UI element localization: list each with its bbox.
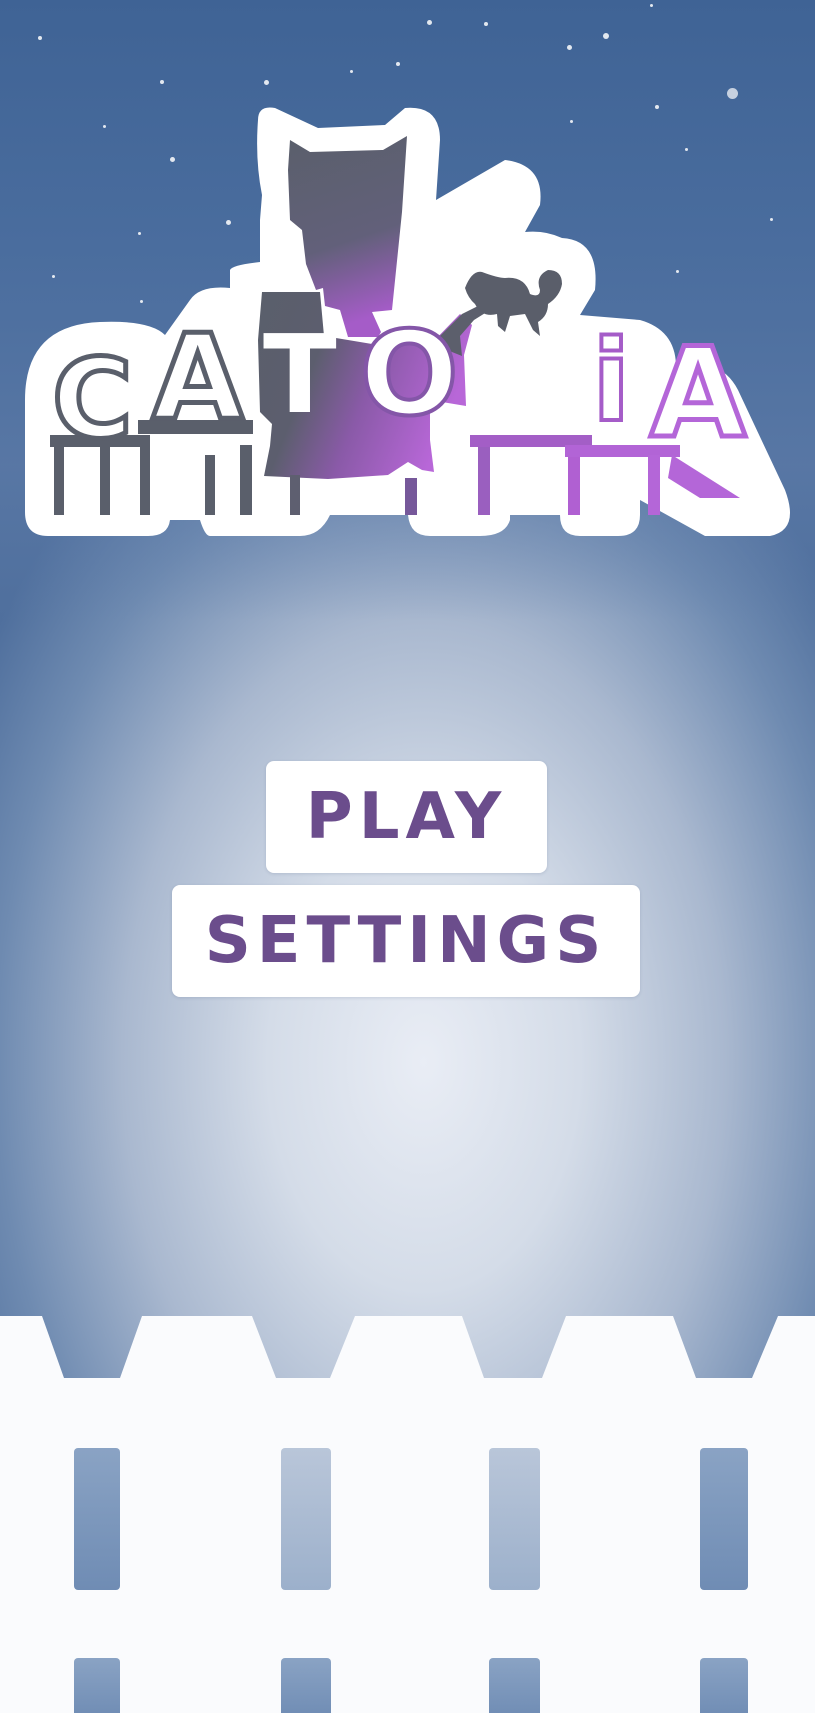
- play-button[interactable]: PLAY: [266, 761, 547, 873]
- star: [603, 33, 609, 39]
- logo-letter-p: P: [473, 313, 552, 438]
- star: [727, 88, 738, 99]
- logo-letter-i: i: [592, 317, 630, 447]
- white-picket-fence: [0, 1316, 815, 1713]
- star: [38, 36, 42, 40]
- star: [484, 22, 488, 26]
- logo-letter-c: C: [52, 335, 133, 463]
- star: [650, 4, 653, 7]
- logo-letter-a: A: [152, 308, 243, 446]
- star: [567, 45, 572, 50]
- game-logo: C A T O P i A: [25, 107, 790, 536]
- logo-letter-o: O: [360, 307, 459, 442]
- star: [350, 70, 353, 73]
- star: [264, 80, 269, 85]
- settings-button[interactable]: SETTINGS: [172, 885, 640, 997]
- star: [427, 20, 432, 25]
- logo-letter-a2: A: [650, 322, 746, 466]
- logo-letter-t: T: [263, 313, 337, 438]
- star: [396, 62, 400, 66]
- star: [160, 80, 164, 84]
